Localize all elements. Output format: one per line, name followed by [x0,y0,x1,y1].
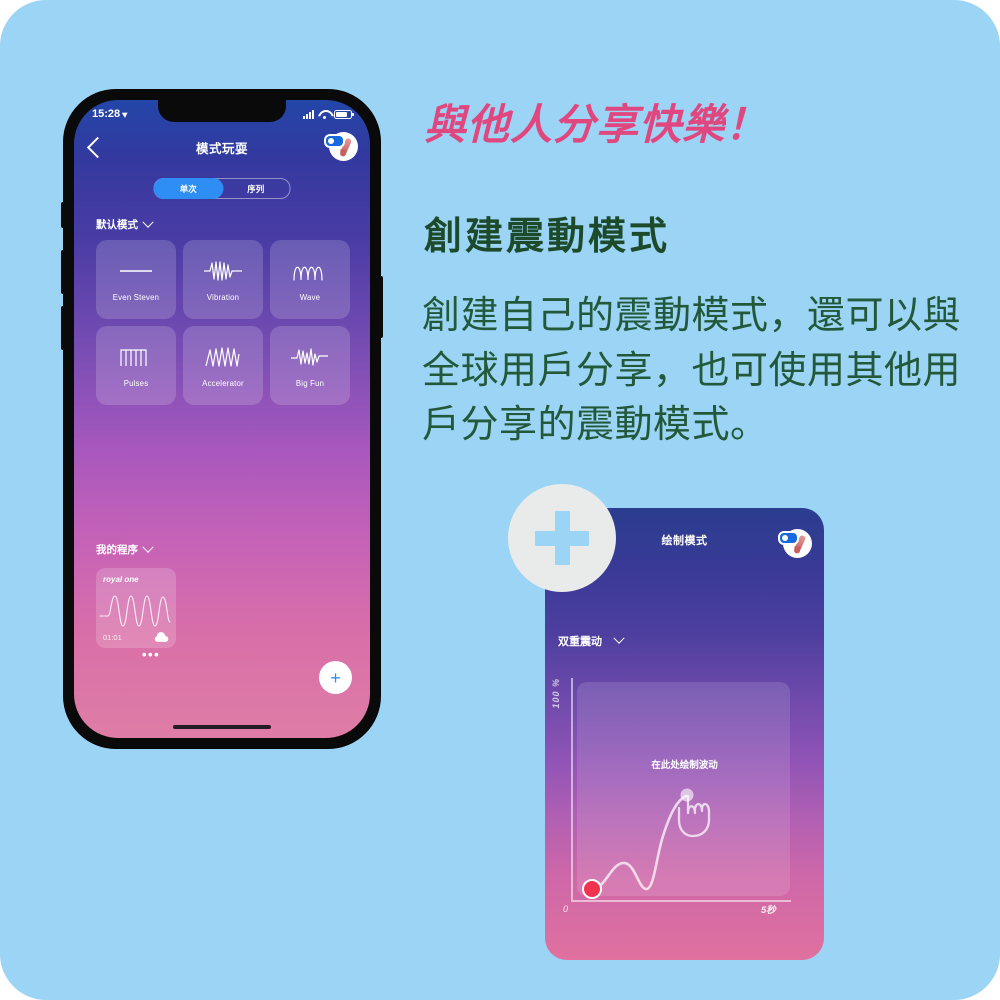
plus-icon: + [330,667,341,688]
pattern-label: Vibration [206,292,240,302]
pulses-waveform-icon [115,344,157,370]
hand-pointer-icon [677,794,711,838]
pattern-card-pulses[interactable]: Pulses [96,326,176,405]
battery-icon [334,109,354,119]
more-dots-icon[interactable]: ••• [142,648,160,661]
device-icon-switch [324,134,345,148]
program-name: royal one [103,575,139,584]
red-dot-marker [582,879,602,899]
accelerator-waveform-icon [202,344,244,370]
wave-waveform-icon [289,258,331,284]
mode-segmented-control[interactable]: 单次 序列 [153,178,291,199]
phone-mockup: 15:28 模式玩耍 单次 序列 默认模式 Even Steven Vibrat… [61,90,383,748]
pattern-label: Accelerator [202,378,244,388]
status-bar-left: 15:28 [92,108,130,120]
plus-badge[interactable] [508,484,616,592]
program-card-royal-one[interactable]: royal one 01:01 [96,568,176,648]
phone-mute-button[interactable] [61,202,65,228]
program-waveform-preview [99,595,171,627]
bigfun-waveform-icon [288,344,332,370]
phone-volume-up-button[interactable] [61,250,65,294]
pattern-label: Even Steven [112,292,160,302]
flat-line-waveform-icon [116,258,156,284]
marketing-headline: 與他人分享快樂！ [424,100,769,149]
pattern-card-even-steven[interactable]: Even Steven [96,240,176,319]
pattern-card-vibration[interactable]: Vibration [183,240,263,319]
status-bar-time: 15:28 [92,108,121,120]
pattern-label: Wave [299,292,321,302]
pattern-label: Pulses [123,378,149,388]
marketing-subheading: 創建震動模式 [424,214,671,258]
cellular-signal-icon [303,109,314,119]
section-title-default: 默认模式 [96,219,138,231]
section-header-my-programs[interactable]: 我的程序 [96,541,154,557]
phone-power-button[interactable] [379,276,383,338]
pattern-card-big-fun[interactable]: Big Fun [270,326,350,405]
device-toggle-icon[interactable] [324,129,358,163]
status-bar: 15:28 [74,100,370,126]
device-icon-switch [778,531,799,545]
vibration-waveform-icon [202,258,244,284]
status-bar-right [303,109,354,119]
phone-volume-down-button[interactable] [61,306,65,350]
section-header-default-patterns[interactable]: 默认模式 [96,216,154,232]
pattern-label: Big Fun [295,378,325,388]
poster-canvas: 15:28 模式玩耍 单次 序列 默认模式 Even Steven Vibrat… [0,0,1000,1000]
pattern-card-wave[interactable]: Wave [270,240,350,319]
section-title-programs: 我的程序 [96,544,138,556]
segment-sequence[interactable]: 序列 [222,179,290,198]
chevron-down-icon [142,541,154,553]
chevron-down-icon [142,216,154,228]
wifi-icon [318,110,330,119]
pattern-grid: Even Steven Vibration Wave Pulses Accele… [96,240,350,405]
marketing-body-text: 創建自己的震動模式，還可以與全球用戶分享，也可使用其他用戶分享的震動模式。 [422,293,962,447]
segment-single[interactable]: 单次 [154,179,222,198]
location-arrow-icon [121,110,130,118]
plus-icon-vertical [554,511,570,565]
program-duration: 01:01 [103,633,122,642]
app-nav-bar: 模式玩耍 [74,126,370,168]
cloud-upload-icon[interactable] [154,631,169,643]
pattern-card-accelerator[interactable]: Accelerator [183,326,263,405]
phone-screen: 15:28 模式玩耍 单次 序列 默认模式 Even Steven Vibrat… [74,100,370,738]
add-pattern-fab[interactable]: + [319,661,352,694]
home-indicator [173,725,271,729]
